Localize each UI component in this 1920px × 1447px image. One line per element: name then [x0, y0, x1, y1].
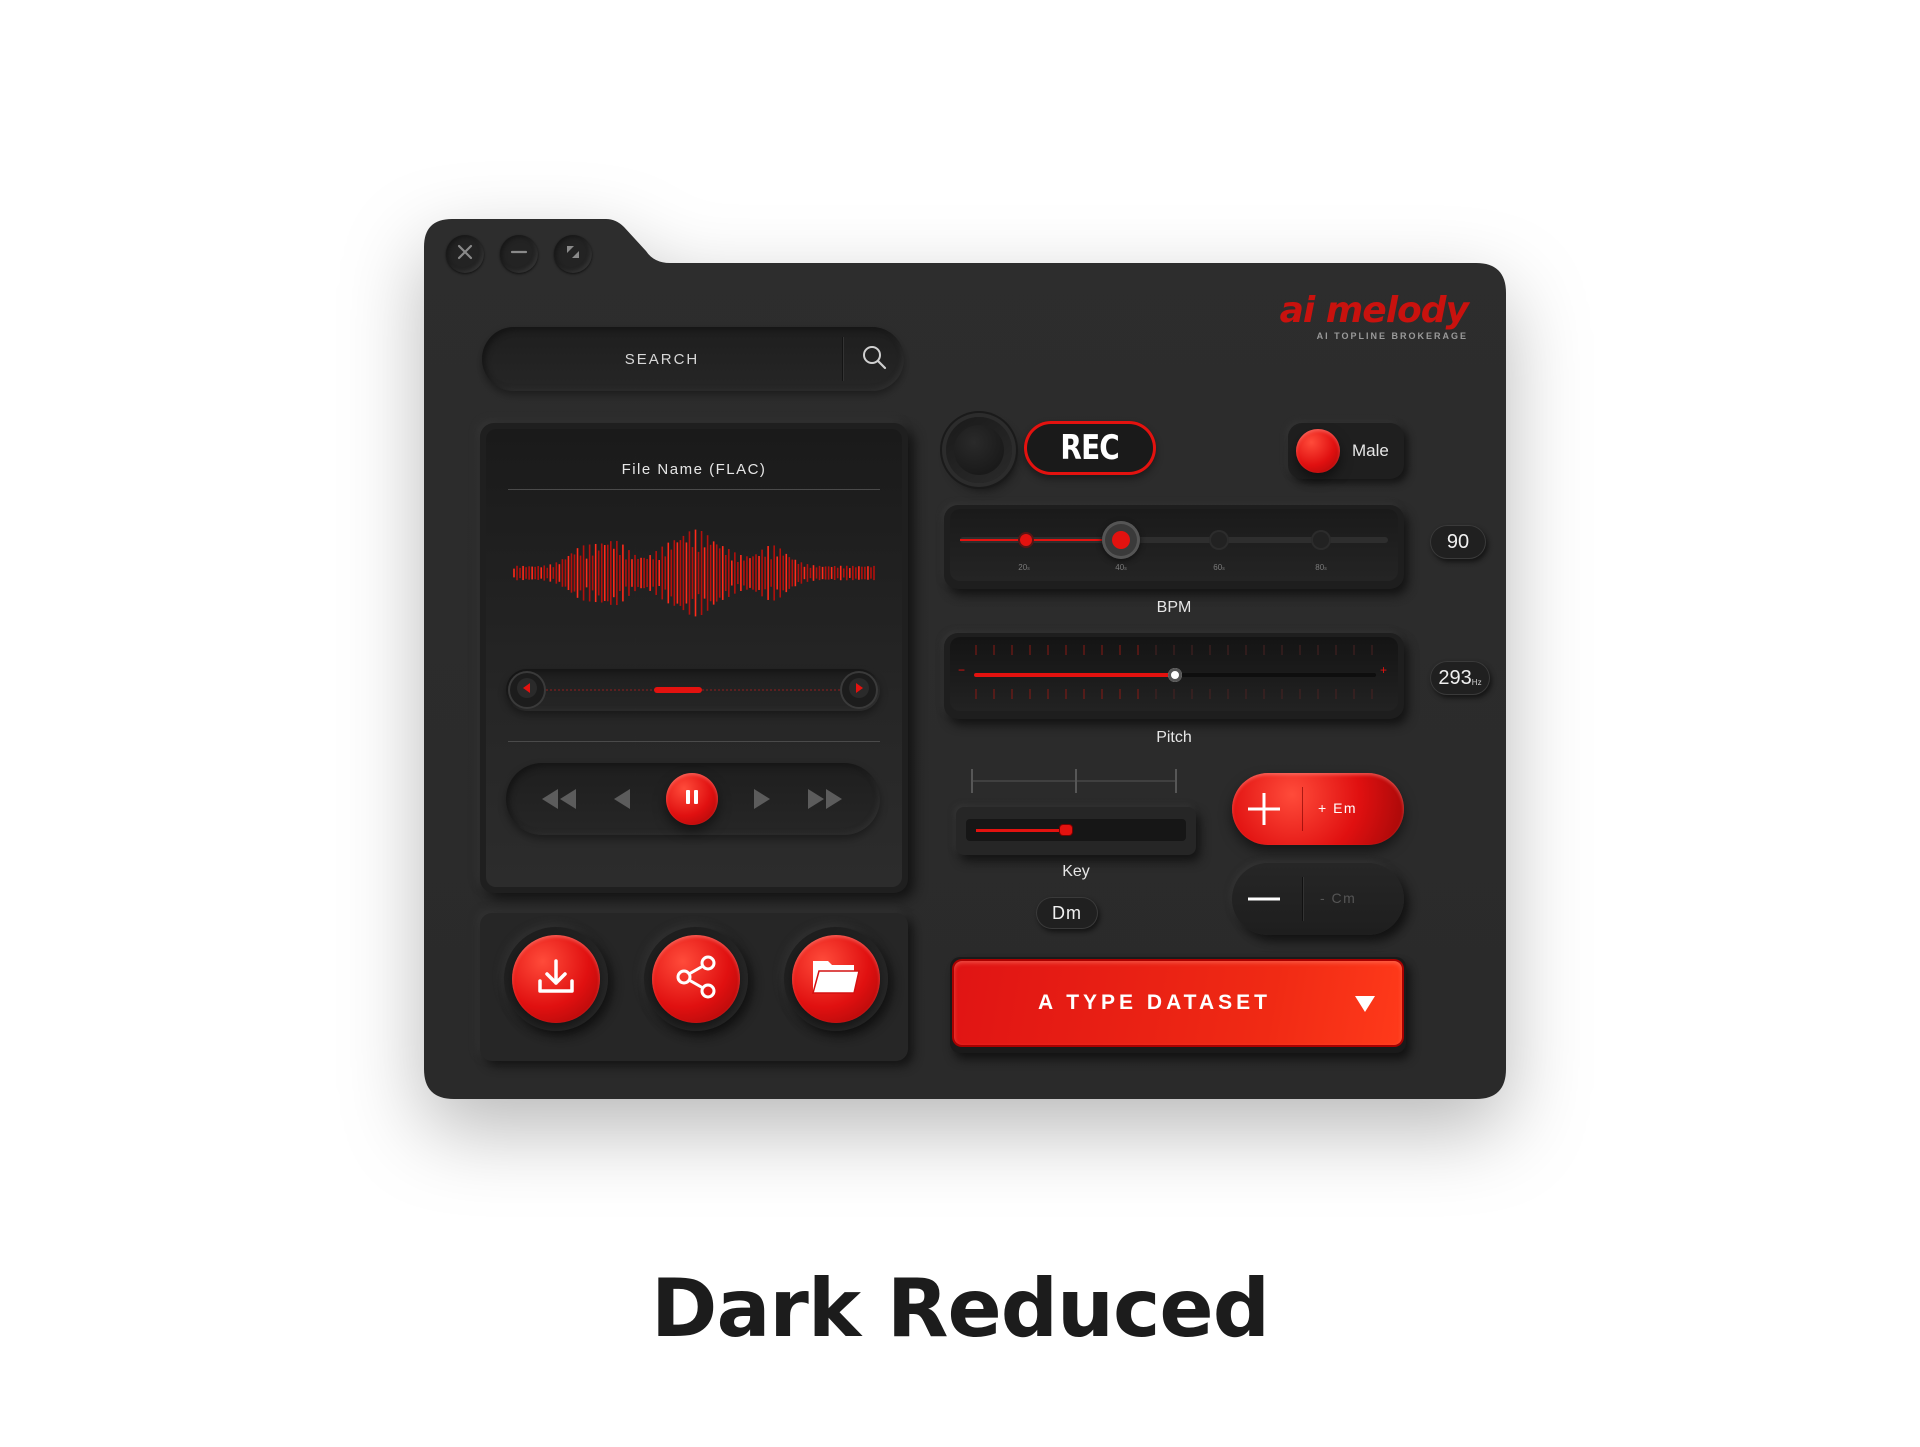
rewind-button[interactable]	[538, 785, 578, 818]
key-fill	[976, 829, 1066, 832]
player-panel: File Name (FLAC)	[480, 423, 908, 893]
voice-label: Male	[1352, 441, 1389, 460]
rec-label: REC	[1060, 428, 1120, 468]
key-label: Key	[1062, 863, 1090, 880]
fast-forward-icon	[806, 789, 846, 817]
dataset-label: A TYPE DATASET	[1038, 991, 1271, 1014]
key-value: Dm	[1052, 902, 1082, 923]
bpm-stop	[1209, 530, 1229, 550]
pause-button[interactable]	[666, 773, 718, 825]
chevron-down-icon	[1354, 995, 1376, 1018]
caption-text: Dark Reduced	[651, 1262, 1270, 1355]
search-placeholder: SEARCH	[624, 350, 700, 368]
dataset-dropdown[interactable]: A TYPE DATASET	[950, 957, 1406, 1053]
brand-tagline: AI TOPLINE BROKERAGE	[1316, 331, 1468, 341]
fast-forward-button[interactable]	[806, 785, 846, 818]
file-name: File Name (FLAC)	[621, 461, 767, 478]
rewind-icon	[538, 789, 578, 817]
key-thumb[interactable]	[1060, 825, 1072, 835]
bpm-thumb[interactable]	[1102, 521, 1140, 559]
record-button[interactable]	[946, 417, 1012, 483]
bpm-stop	[1020, 534, 1032, 546]
voice-toggle[interactable]: Male	[1288, 423, 1404, 479]
next-button[interactable]	[752, 785, 774, 818]
plus-icon	[1246, 791, 1282, 832]
folder-icon	[810, 955, 862, 1004]
add-chord-label: + Em	[1318, 800, 1358, 816]
pitch-thumb[interactable]	[1168, 668, 1182, 682]
pitch-plus-label: +	[1380, 663, 1388, 677]
pitch-unit: Hz	[1471, 677, 1482, 687]
voice-toggle-knob	[1296, 429, 1340, 473]
bpm-value-badge: 90	[1430, 525, 1486, 559]
scrub-bar[interactable]	[506, 669, 880, 711]
search-icon	[861, 344, 887, 375]
add-chord-button[interactable]: + Em	[1232, 773, 1404, 845]
bpm-slider[interactable]: 20s 40s 60s 80s	[944, 505, 1404, 589]
key-scale	[971, 769, 1177, 793]
download-button[interactable]	[512, 935, 600, 1023]
pitch-value-badge: 293 Hz	[1430, 661, 1490, 695]
bpm-tick-label: 80s	[1315, 563, 1327, 572]
pitch-minus-label: −	[958, 663, 966, 677]
scrub-forward-button[interactable]	[842, 673, 876, 707]
brand-logo: AI melody AI TOPLINE BROKERAGE	[1279, 290, 1469, 342]
pitch-fill	[974, 673, 1175, 677]
caret-left-icon	[516, 677, 538, 704]
search-divider	[842, 337, 844, 381]
remove-chord-label: - Cm	[1320, 890, 1357, 906]
pitch-slider[interactable]: − +	[944, 633, 1404, 719]
maximize-button[interactable]	[554, 235, 592, 273]
brand-logo-text: AI melody	[1279, 290, 1469, 331]
close-button[interactable]	[446, 235, 484, 273]
pitch-value: 293	[1438, 666, 1472, 689]
close-icon	[456, 243, 474, 266]
key-value-badge: Dm	[1036, 897, 1098, 929]
maximize-icon	[564, 243, 582, 266]
search-input[interactable]: SEARCH	[482, 327, 842, 391]
bpm-tick-label: 40s	[1115, 563, 1127, 572]
scrub-back-button[interactable]	[510, 673, 544, 707]
rec-label-button[interactable]: REC	[1024, 421, 1156, 475]
previous-icon	[610, 789, 632, 817]
minus-icon	[1246, 881, 1282, 922]
minimize-button[interactable]	[500, 235, 538, 273]
bpm-label: BPM	[1156, 599, 1192, 616]
waveform	[513, 529, 875, 617]
bpm-value: 90	[1446, 530, 1470, 553]
search-button[interactable]	[854, 339, 894, 379]
minimize-icon	[510, 243, 528, 266]
folder-button[interactable]	[792, 935, 880, 1023]
caption: Dark Reduced	[0, 1262, 1920, 1355]
pitch-label: Pitch	[1156, 729, 1192, 746]
bpm-fill	[960, 539, 1120, 541]
bpm-tick-label: 60s	[1213, 563, 1225, 572]
transport-bar	[506, 763, 880, 835]
divider	[508, 489, 880, 490]
previous-button[interactable]	[610, 785, 632, 818]
search-bar: SEARCH	[482, 327, 904, 391]
share-button[interactable]	[652, 935, 740, 1023]
divider	[508, 741, 880, 742]
next-icon	[752, 789, 774, 817]
share-icon	[672, 953, 720, 1006]
scrub-thumb[interactable]	[654, 687, 703, 693]
pause-icon	[682, 787, 702, 812]
actions-panel	[480, 913, 908, 1061]
record-dot-icon	[954, 425, 1004, 475]
caret-right-icon	[848, 677, 870, 704]
key-slider[interactable]	[956, 807, 1196, 855]
app-window: AI melody AI TOPLINE BROKERAGE SEARCH Fi…	[424, 219, 1506, 1099]
bpm-stop	[1311, 530, 1331, 550]
remove-chord-button[interactable]: - Cm	[1232, 863, 1404, 935]
download-icon	[534, 955, 578, 1004]
bpm-tick-label: 20s	[1018, 563, 1030, 572]
